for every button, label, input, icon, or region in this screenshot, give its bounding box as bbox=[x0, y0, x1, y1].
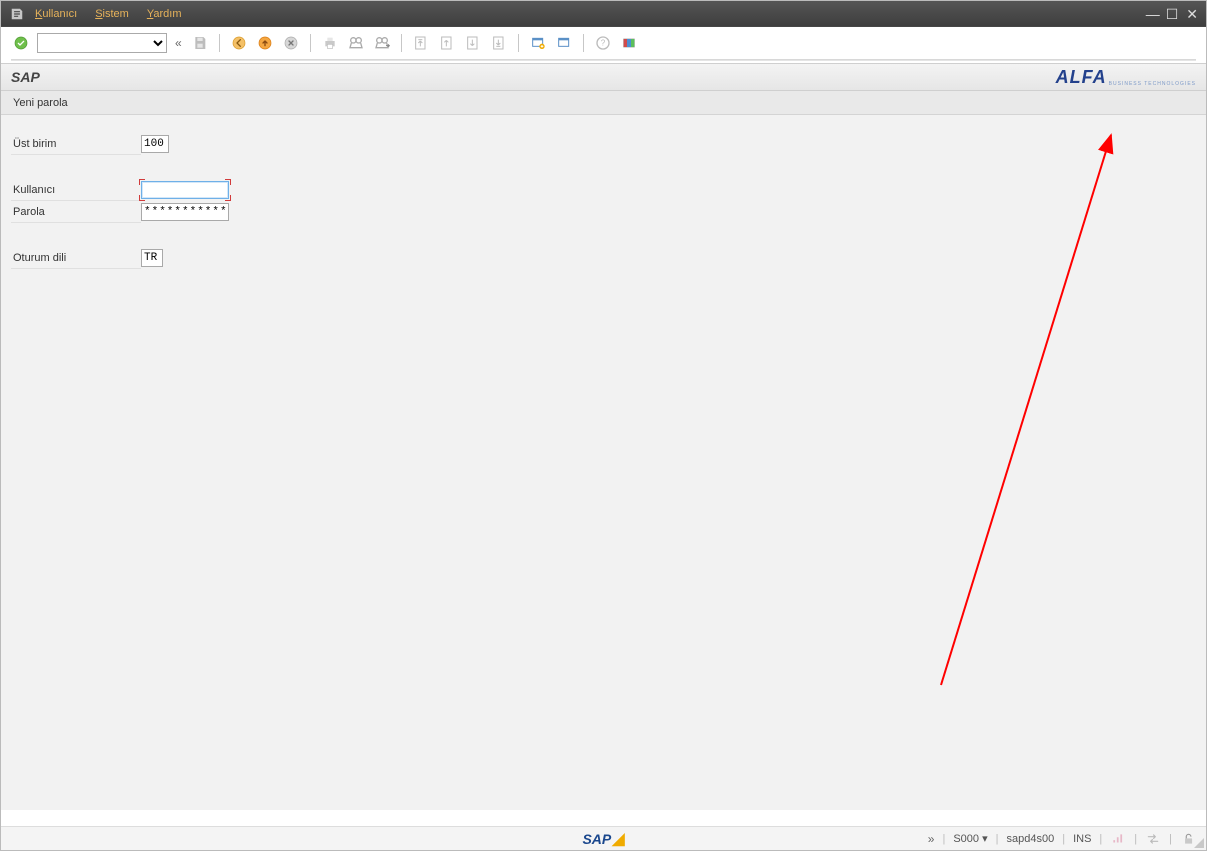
last-page-icon[interactable] bbox=[489, 33, 509, 53]
enter-icon[interactable] bbox=[11, 33, 31, 53]
application-toolbar: Yeni parola bbox=[1, 91, 1206, 115]
new-session-icon[interactable] bbox=[528, 33, 548, 53]
password-label: Parola bbox=[11, 201, 141, 223]
okcode-select[interactable] bbox=[37, 33, 167, 53]
menu-system[interactable]: Sistem bbox=[95, 8, 129, 20]
standard-toolbar: « bbox=[11, 33, 1196, 53]
signal-icon[interactable] bbox=[1110, 831, 1126, 847]
toolbar-separator bbox=[518, 34, 519, 52]
password-row: Parola bbox=[11, 201, 1196, 223]
exit-icon[interactable] bbox=[255, 33, 275, 53]
page-title: SAP bbox=[11, 69, 40, 85]
toolbar-rule bbox=[11, 59, 1196, 61]
find-icon[interactable] bbox=[346, 33, 366, 53]
language-label: Oturum dili bbox=[11, 247, 141, 269]
maximize-icon[interactable]: ☐ bbox=[1166, 7, 1179, 21]
next-page-icon[interactable] bbox=[463, 33, 483, 53]
find-next-icon[interactable] bbox=[372, 33, 392, 53]
svg-text:?: ? bbox=[600, 39, 605, 48]
window-controls: — ☐ ✕ bbox=[1146, 7, 1198, 21]
client-field[interactable] bbox=[141, 135, 169, 153]
create-shortcut-icon[interactable] bbox=[554, 33, 574, 53]
new-password-button[interactable]: Yeni parola bbox=[13, 97, 68, 109]
close-icon[interactable]: ✕ bbox=[1186, 7, 1198, 21]
menu-bar: Kullanıcı Sistem Yardım — ☐ ✕ bbox=[1, 1, 1206, 27]
user-field[interactable] bbox=[141, 181, 229, 199]
transfer-icon[interactable] bbox=[1145, 831, 1161, 847]
status-right: » | S000 ▾ | sapd4s00 | INS | | | bbox=[928, 831, 1196, 847]
cancel-icon[interactable] bbox=[281, 33, 301, 53]
resize-handle[interactable] bbox=[1192, 836, 1204, 848]
minimize-icon[interactable]: — bbox=[1146, 7, 1158, 21]
back-icon[interactable] bbox=[229, 33, 249, 53]
sap-gui-window: Kullanıcı Sistem Yardım — ☐ ✕ « bbox=[0, 0, 1207, 851]
toolbar-container: « bbox=[1, 27, 1206, 63]
status-system: sapd4s00 bbox=[1007, 833, 1055, 845]
logon-form: Üst birim Kullanıcı Parola Oturum dili bbox=[1, 115, 1206, 810]
client-row: Üst birim bbox=[11, 133, 1196, 155]
language-field[interactable] bbox=[141, 249, 163, 267]
first-page-icon[interactable] bbox=[411, 33, 431, 53]
prev-page-icon[interactable] bbox=[437, 33, 457, 53]
language-row: Oturum dili bbox=[11, 247, 1196, 269]
chevron-down-icon: ▾ bbox=[982, 833, 988, 845]
title-bar: SAP ALFA BUSINESS TECHNOLOGIES bbox=[1, 63, 1206, 91]
print-icon[interactable] bbox=[320, 33, 340, 53]
toggle-command-icon[interactable]: « bbox=[173, 36, 184, 50]
client-label: Üst birim bbox=[11, 133, 141, 155]
sap-logo: SAP◢ bbox=[582, 829, 624, 849]
status-tcode[interactable]: S000 ▾ bbox=[953, 832, 987, 845]
user-label: Kullanıcı bbox=[11, 179, 141, 201]
toolbar-separator bbox=[583, 34, 584, 52]
save-icon[interactable] bbox=[190, 33, 210, 53]
expand-status-icon[interactable]: » bbox=[928, 832, 935, 846]
toolbar-separator bbox=[401, 34, 402, 52]
help-icon[interactable]: ? bbox=[593, 33, 613, 53]
alfa-logo: ALFA BUSINESS TECHNOLOGIES bbox=[1056, 67, 1196, 88]
toolbar-separator bbox=[310, 34, 311, 52]
toolbar-separator bbox=[219, 34, 220, 52]
status-mode: INS bbox=[1073, 833, 1091, 845]
layout-icon[interactable] bbox=[619, 33, 639, 53]
password-field[interactable] bbox=[141, 203, 229, 221]
menu-user[interactable]: Kullanıcı bbox=[35, 8, 77, 20]
user-row: Kullanıcı bbox=[11, 179, 1196, 201]
menu-help[interactable]: Yardım bbox=[147, 8, 182, 20]
status-bar: SAP◢ » | S000 ▾ | sapd4s00 | INS | | | bbox=[1, 826, 1206, 850]
command-field[interactable] bbox=[37, 33, 167, 53]
app-icon bbox=[9, 6, 25, 22]
